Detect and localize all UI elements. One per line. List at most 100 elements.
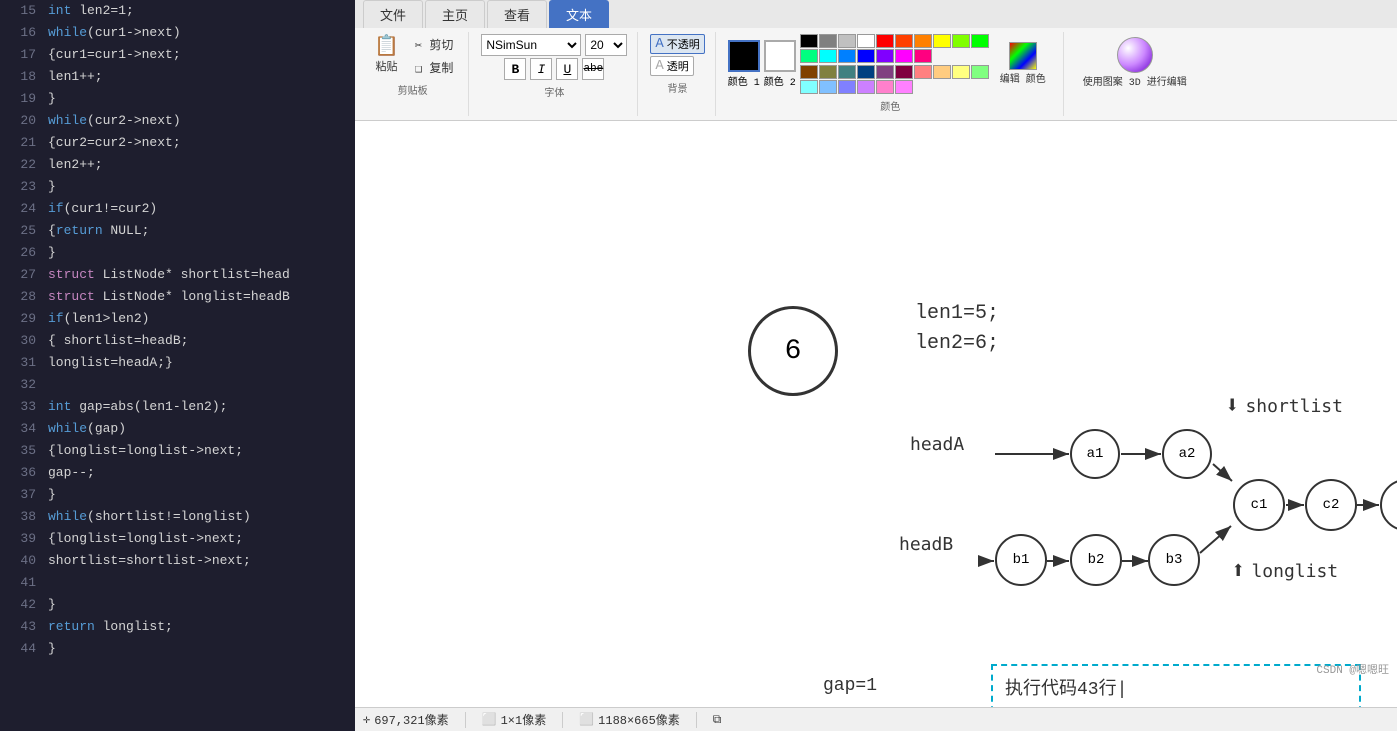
line-text: while(cur2->next) [48,110,181,132]
status-size1: ⬜ 1×1像素 [482,711,547,728]
background-label: 背景 [668,80,688,96]
edit-colors-label: 编辑 颜色 [1000,70,1046,86]
use3d-button[interactable]: 使用图案 3D 进行编辑 [1076,34,1194,92]
copy-button[interactable]: ❑ 复制 [410,57,458,78]
color-cell[interactable] [819,34,837,48]
font-size-select[interactable]: 20 [585,34,627,56]
color-cell[interactable] [895,49,913,63]
color-cell[interactable] [914,49,932,63]
canvas-area[interactable]: 6 len1=5; len2=6; ⬇ cur1 ⬇ shortlist hea… [355,121,1397,707]
tab-text[interactable]: 文本 [549,0,609,28]
line-text: } [48,638,56,660]
font-name-select[interactable]: NSimSun [481,34,581,56]
cut-button[interactable]: ✂ 剪切 [410,34,458,55]
status-copy-icon: ⧉ [713,713,722,727]
color-cell[interactable] [952,65,970,79]
transparent-button[interactable]: A 透明 [650,56,693,76]
code-line: 18 len1++; [0,66,355,88]
line-text: while(cur1->next) [48,22,181,44]
color1-swatch[interactable] [728,40,760,72]
paste-button[interactable]: 📋 粘贴 [367,35,406,77]
line-number: 22 [8,154,36,176]
code-line: 16while(cur1->next) [0,22,355,44]
color-cell[interactable] [819,80,837,94]
bold-button[interactable]: B [504,58,526,80]
color-cell[interactable] [838,65,856,79]
line-number: 29 [8,308,36,330]
strikethrough-button[interactable]: abe [582,58,604,80]
textbox[interactable]: 执行代码43行| [991,664,1361,707]
opaque-icon: A [655,36,663,52]
use3d-label: 使用图案 3D 进行编辑 [1083,73,1187,89]
color-cell[interactable] [838,49,856,63]
transparent-icon: A [655,58,663,74]
line-text [48,572,56,594]
color-cell[interactable] [914,65,932,79]
code-line: 15int len2=1; [0,0,355,22]
tab-home[interactable]: 主页 [425,0,485,28]
color-cell[interactable] [914,34,932,48]
status-bar: ✛ 697,321像素 ⬜ 1×1像素 ⬜ 1188×665像素 ⧉ [355,707,1397,731]
color-grid-row1 [800,34,989,63]
color2-swatch[interactable] [764,40,796,72]
italic-button[interactable]: I [530,58,552,80]
color-cell[interactable] [819,65,837,79]
color-cell[interactable] [800,34,818,48]
color-cell[interactable] [876,80,894,94]
code-line: 21{cur2=cur2->next; [0,132,355,154]
code-line: 35{longlist=longlist->next; [0,440,355,462]
opaque-button[interactable]: A 不透明 [650,34,704,54]
line-text: {cur1=cur1->next; [48,44,181,66]
tab-file[interactable]: 文件 [363,0,423,28]
line-number: 40 [8,550,36,572]
color-cell[interactable] [857,34,875,48]
color-cell[interactable] [876,49,894,63]
line-number: 15 [8,0,36,22]
color-cell[interactable] [895,65,913,79]
color-cell[interactable] [895,80,913,94]
line-text: } [48,242,56,264]
code-line: 28struct ListNode* longlist=headB [0,286,355,308]
color-cell[interactable] [971,65,989,79]
font-row2: B I U abe [504,58,604,80]
code-lines: 15int len2=1;16while(cur1->next)17{cur1=… [0,0,355,660]
line-text: {return NULL; [48,220,149,242]
code-line: 25 {return NULL; [0,220,355,242]
coords-icon: ✛ [363,712,370,727]
status-divider2 [562,712,563,728]
edit-colors-button[interactable]: 编辑 颜色 [993,39,1053,89]
color-cell[interactable] [838,80,856,94]
longlist-text: longlist [1251,561,1338,582]
color-cell[interactable] [933,34,951,48]
color2-selector: 颜色 2 [764,40,796,89]
color-cell[interactable] [971,34,989,48]
color-cell[interactable] [838,34,856,48]
node-b1: b1 [995,534,1047,586]
color-cell[interactable] [819,49,837,63]
color-cell[interactable] [933,65,951,79]
code-line: 36gap--; [0,462,355,484]
color-cell[interactable] [857,49,875,63]
line-text: {longlist=longlist->next; [48,440,243,462]
tab-bar: 文件 主页 查看 文本 [355,0,1397,28]
color-cell[interactable] [857,80,875,94]
tab-view[interactable]: 查看 [487,0,547,28]
color-cell[interactable] [800,65,818,79]
code-line: 41 [0,572,355,594]
font-group: NSimSun 20 B I U abe 字体 [477,32,638,116]
status-divider1 [465,712,466,728]
color-cell[interactable] [800,80,818,94]
line-text: return longlist; [48,616,173,638]
color-cell[interactable] [857,65,875,79]
color-cell[interactable] [952,34,970,48]
color-cell[interactable] [800,49,818,63]
node-c2: c2 [1305,479,1357,531]
font-label: 字体 [544,84,564,100]
color-cell[interactable] [876,34,894,48]
line-number: 42 [8,594,36,616]
color-cell[interactable] [895,34,913,48]
code-panel: 15int len2=1;16while(cur1->next)17{cur1=… [0,0,355,731]
color-cell[interactable] [876,65,894,79]
line-number: 37 [8,484,36,506]
underline-button[interactable]: U [556,58,578,80]
